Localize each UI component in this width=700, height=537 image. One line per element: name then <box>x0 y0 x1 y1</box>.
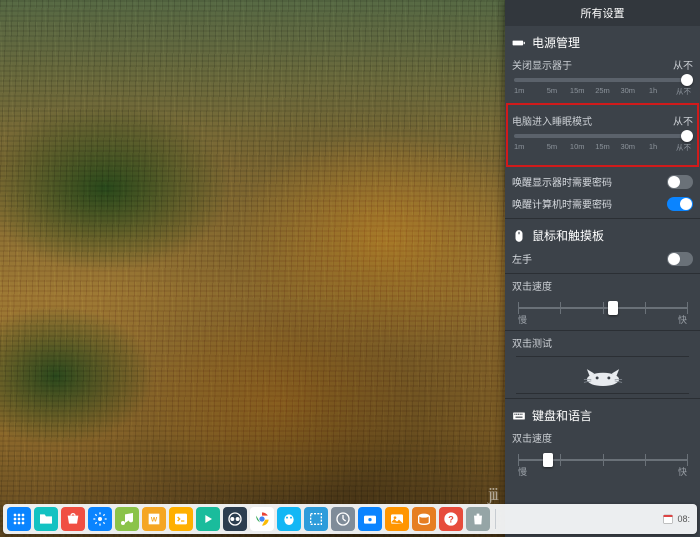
dock-disks[interactable] <box>412 507 436 531</box>
sleep-label: 电脑进入睡眠模式 <box>512 113 592 128</box>
sleep-thumb[interactable] <box>681 130 693 142</box>
dock: W? 08: <box>3 504 697 534</box>
dbl-speed-label: 双击速度 <box>512 278 552 293</box>
dock-help[interactable]: ? <box>439 507 463 531</box>
dock-wps[interactable]: W <box>142 507 166 531</box>
dock-movie[interactable] <box>196 507 220 531</box>
wake-computer-pwd-switch[interactable] <box>667 197 693 211</box>
wake-display-pwd-label: 唤醒显示器时需要密码 <box>512 174 612 189</box>
keyboard-icon <box>512 409 526 423</box>
dock-qq[interactable] <box>277 507 301 531</box>
sleep-value: 从不 <box>673 113 693 128</box>
battery-icon <box>512 36 526 50</box>
dbl-speed-thumb[interactable] <box>608 301 618 315</box>
display-off-thumb[interactable] <box>681 74 693 86</box>
wake-display-pwd-switch[interactable] <box>667 175 693 189</box>
dbl-test-label: 双击测试 <box>512 335 552 350</box>
dock-launcher[interactable] <box>7 507 31 531</box>
clock-time: 08: <box>677 514 690 524</box>
dock-camera[interactable] <box>358 507 382 531</box>
section-keyboard: 键盘和语言 <box>512 407 693 424</box>
dock-terminal[interactable] <box>169 507 193 531</box>
dock-system-monitor[interactable] <box>331 507 355 531</box>
display-off-slider[interactable]: 1m 5m 15m 25m 30m 1h 从不 <box>512 78 693 97</box>
settings-panel: 所有设置 电源管理 关闭显示器于 从不 1m 5m 15m 25m 30m 1h… <box>505 0 700 537</box>
repeat-thumb[interactable] <box>543 453 553 467</box>
dbl-speed-slow: 慢 <box>518 313 527 326</box>
dbl-test-area[interactable] <box>516 356 689 394</box>
panel-title: 所有设置 <box>505 0 700 26</box>
sleep-slider[interactable]: 1m 5m 10m 15m 30m 1h 从不 <box>512 134 693 153</box>
svg-text:?: ? <box>448 514 454 524</box>
dock-separator <box>495 509 496 529</box>
dock-chrome[interactable] <box>250 507 274 531</box>
wake-computer-pwd-label: 唤醒计算机时需要密码 <box>512 196 612 211</box>
display-off-ticks: 1m 5m 15m 25m 30m 1h 从不 <box>514 86 691 97</box>
repeat-fast: 快 <box>678 465 687 478</box>
display-off-label: 关闭显示器于 <box>512 57 572 72</box>
section-keyboard-label: 键盘和语言 <box>532 407 592 424</box>
sleep-highlight-box: 电脑进入睡眠模式 从不 1m 5m 10m 15m 30m 1h 从不 <box>506 103 699 167</box>
left-hand-switch[interactable] <box>667 252 693 266</box>
section-power-label: 电源管理 <box>532 34 580 51</box>
sleep-ticks: 1m 5m 10m 15m 30m 1h 从不 <box>514 142 691 153</box>
dock-clock[interactable]: 08: <box>662 513 693 525</box>
dock-image-viewer[interactable] <box>385 507 409 531</box>
dock-store[interactable] <box>61 507 85 531</box>
repeat-slider[interactable] <box>518 459 687 461</box>
repeat-slow: 慢 <box>518 465 527 478</box>
watermark: jii <box>488 484 497 505</box>
dock-screenshot[interactable] <box>304 507 328 531</box>
dbl-speed-slider[interactable] <box>518 307 687 309</box>
repeat-label: 双击速度 <box>512 430 552 445</box>
dock-trash[interactable] <box>466 507 490 531</box>
section-mouse: 鼠标和触摸板 <box>512 227 693 244</box>
dock-files[interactable] <box>34 507 58 531</box>
left-hand-label: 左手 <box>512 251 532 266</box>
calendar-icon <box>662 513 674 525</box>
dock-music[interactable] <box>115 507 139 531</box>
dbl-speed-fast: 快 <box>678 313 687 326</box>
svg-text:W: W <box>151 517 158 524</box>
display-off-value: 从不 <box>673 57 693 72</box>
dock-crossover[interactable] <box>223 507 247 531</box>
section-power: 电源管理 <box>512 34 693 51</box>
dock-control-center[interactable] <box>88 507 112 531</box>
mouse-icon <box>512 229 526 243</box>
cat-icon <box>581 363 625 387</box>
section-mouse-label: 鼠标和触摸板 <box>532 227 604 244</box>
